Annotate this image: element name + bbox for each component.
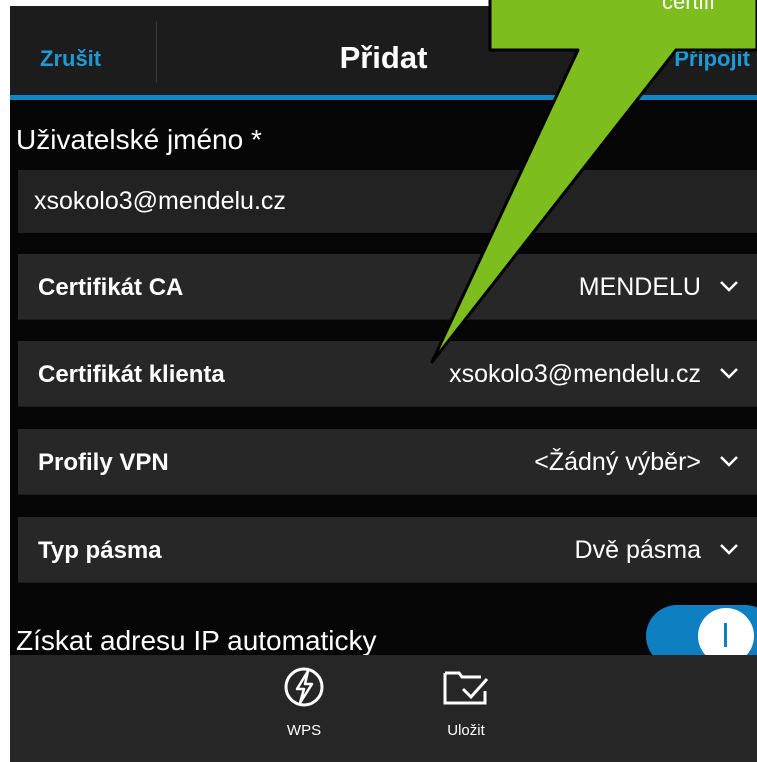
wps-icon xyxy=(284,667,324,707)
ip-auto-label: Získat adresu IP automaticky xyxy=(16,625,377,656)
save-icon xyxy=(443,671,489,705)
save-label: Uložit xyxy=(447,722,485,739)
ca-certificate-dropdown[interactable]: Certifikát CA MENDELU xyxy=(18,254,757,320)
chevron-down-icon xyxy=(720,281,738,292)
wps-label: WPS xyxy=(286,722,322,739)
vpn-profiles-value: <Žádný výběr> xyxy=(534,448,701,476)
left-border xyxy=(0,0,10,762)
chevron-down-icon xyxy=(720,544,738,555)
chevron-down-icon xyxy=(720,368,738,379)
wps-button[interactable]: WPS xyxy=(259,665,349,739)
client-certificate-dropdown[interactable]: Certifikát klienta xsokolo3@mendelu.cz xyxy=(18,341,757,407)
connect-button[interactable]: Připojit xyxy=(590,46,750,72)
title-accent-line xyxy=(10,95,757,100)
save-button[interactable]: Uložit xyxy=(421,665,511,739)
ca-certificate-label: Certifikát CA xyxy=(38,274,184,301)
vpn-profiles-dropdown[interactable]: Profily VPN <Žádný výběr> xyxy=(18,429,757,495)
band-type-value: Dvě pásma xyxy=(574,536,701,564)
client-certificate-label: Certifikát klienta xyxy=(38,361,225,388)
action-bar: WPS Uložit xyxy=(10,655,757,762)
band-type-dropdown[interactable]: Typ pásma Dvě pásma xyxy=(18,517,757,583)
client-certificate-value: xsokolo3@mendelu.cz xyxy=(449,360,701,388)
band-type-label: Typ pásma xyxy=(38,537,162,564)
username-input[interactable] xyxy=(18,170,757,233)
ca-certificate-value: MENDELU xyxy=(578,273,701,301)
chevron-down-icon xyxy=(720,456,738,467)
vpn-profiles-label: Profily VPN xyxy=(38,449,169,476)
username-label: Uživatelské jméno * xyxy=(16,124,262,155)
callout-text: certifi xyxy=(662,0,715,14)
title-bar: Zrušit Přidat Připojit xyxy=(10,6,757,97)
